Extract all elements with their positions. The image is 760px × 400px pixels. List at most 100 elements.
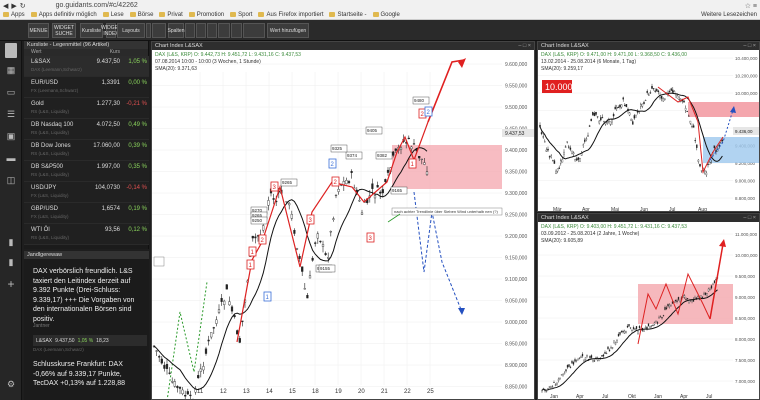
layers-icon[interactable]: ◫ [5,175,17,185]
candle [204,348,208,354]
news-quote[interactable]: L&SAX 9.437,50 1,05 % 18,23 [33,335,147,346]
x-tick-label: Mär [553,207,562,212]
watchlist-row[interactable]: EUR/USD FX (Leemann,Schwarz) 1,3391 0,00 % [24,77,149,98]
x-tick-label: 18 [312,389,319,395]
row-change: 0,19 % [128,206,147,212]
toolbar-button-11[interactable] [218,23,230,38]
gear-icon[interactable]: ⚙ [5,379,17,389]
window-controls-icon[interactable]: – □ × [743,214,756,222]
watchlist-row[interactable]: DB S&P500 RS (L&S, Liquidity) 1.997,00 0,35… [24,161,149,182]
bookmark-icon[interactable]: ▮ [5,237,17,247]
candle [412,143,416,145]
bookmark-item[interactable]: Börse [129,12,153,18]
candle [626,325,629,328]
toolbar-button-9[interactable] [196,23,206,38]
watchlist-row[interactable]: USD/JPY FX (L&S, Liquidity) 104,0730 -0,14 … [24,182,149,203]
bottom-right-chart-header: Chart Index L&SAX – □ × [538,214,759,222]
main-chart-header: Chart Index L&SAX – □ × [152,42,534,50]
toolbar-button-4[interactable]: Layouts [117,23,145,38]
bookmark-item[interactable]: Sport [230,12,252,18]
folder-icon [230,12,237,17]
x-tick-label: Jul [602,394,608,400]
bookmark-item[interactable]: Google [372,12,400,18]
toolbar-button-0[interactable]: MENUE [28,23,49,38]
toolbar-button-12[interactable] [231,23,242,38]
main-chart-svg[interactable]: 9.600,0009.550,0009.500,0009.450,0009.40… [152,42,535,400]
toolbar-button-1[interactable]: WIDGET SUCHE [52,23,76,38]
row-name: DB S&P500 [31,164,64,170]
candle [637,330,639,334]
bookmark-item[interactable]: Privat [159,12,183,18]
y-tick-label: 9.150,000 [505,256,527,262]
bookmark-item[interactable]: Apps definitiv möglich [30,12,97,18]
candle [262,225,265,231]
window-controls-icon[interactable]: – □ × [743,42,756,50]
candle [694,297,696,299]
y-tick-label: 10.200,000 [735,74,758,79]
x-tick-label: Okt [628,394,636,400]
watchlist-row[interactable]: DB Nasdaq 100 RS (L&S, Liquidity) 4.072,50… [24,119,149,140]
bookmark-item[interactable]: Startseite - [329,12,367,18]
back-icon[interactable]: ◀ [3,2,8,10]
bookmark-item[interactable]: Apps [3,12,25,18]
candle [707,288,710,292]
candle [640,104,642,107]
candle [590,118,592,122]
toolbar-button-6[interactable] [152,23,166,38]
news-item-2[interactable]: Schlusskurse Frankfurt: DAX -0,66% auf 9… [33,360,145,389]
toolbar-button-3[interactable]: WIDGET INDEX [101,23,121,38]
candle [392,151,395,156]
y-tick-label: 9.050,000 [505,299,527,305]
toolbar-button-2[interactable]: Kursliste [80,23,103,38]
grid-icon[interactable]: ▣ [5,131,17,141]
chart-icon[interactable]: ▦ [5,65,17,75]
forward-icon[interactable]: ▶ [11,2,16,10]
candle [379,191,382,194]
watchlist-row[interactable]: DB Dow Jones RS (L&S, Liquidity) 17.060,00… [24,140,149,161]
row-name: DB Nasdaq 100 [31,122,74,128]
candle [223,300,226,305]
candle [553,382,555,383]
candle [662,315,665,317]
list-icon[interactable]: ☰ [5,109,17,119]
row-price: 1,3391 [101,80,120,86]
watchlist-row[interactable]: L&SAX DAX (Leemann,Schwarz) 9.437,50 1,05 % [24,56,149,77]
toolbar-button-5[interactable] [146,23,151,38]
y-tick-label: 8.000,000 [735,337,756,342]
row-exchange: RS (L&S, Liquidity) [31,151,70,156]
reload-icon[interactable]: ↻ [20,2,26,10]
toolbar-button-14[interactable]: Wert hinzufügen [267,23,309,38]
candle [568,146,570,148]
bookmark-item[interactable]: Lese [102,12,124,18]
avatar[interactable] [5,43,17,58]
toolbar-button-13[interactable] [243,23,265,38]
candle [544,141,546,143]
window-controls-icon[interactable]: – □ × [518,42,531,50]
candle [561,159,564,163]
bookmark2-icon[interactable]: ▮ [5,257,17,267]
candle [628,324,630,327]
add-icon[interactable]: + [5,278,17,290]
toolbar-button-8[interactable] [185,23,195,38]
candle [173,381,176,387]
watchlist-row[interactable]: GBP/USD FX (L&S, Liquidity) 1,6574 0,19 % [24,203,149,224]
candle [644,100,647,101]
watchlist-row[interactable]: WTI Öl RS (L&S, Liquidity) 93,56 0,12 % [24,224,149,245]
x-tick-label: Jul [669,207,675,212]
other-bookmarks[interactable]: Weitere Lesezeichen [701,12,757,18]
toolbar-button-7[interactable]: Spalten [168,23,184,38]
bookmark-item[interactable]: Promotion [188,12,224,18]
bookmark-item[interactable]: Aus Firefox importiert [258,12,323,18]
url-text[interactable]: go.guidants.com/#c/42262 [56,2,138,9]
menu-icon[interactable]: ☆ ≡ [745,2,757,10]
candle [589,355,591,359]
watchlist-row[interactable]: Gold RS (L&S, Liquidity) 1.277,30 -0,21 % [24,98,149,119]
news-item-1[interactable]: DAX verbörslich freundlich. L&S taxiert … [33,267,145,325]
candle [301,266,304,272]
toolbar-button-10[interactable] [207,23,217,38]
candle [578,357,581,360]
monitor-icon[interactable]: ▭ [5,87,17,97]
folder-icon[interactable]: ▬ [5,153,17,163]
address-bar[interactable]: ◀ ▶ ↻ go.guidants.com/#c/42262 ☆ ≡ [3,1,757,10]
icon-sidebar: ▦ ▭ ☰ ▣ ▬ ◫ ▮ ▮ + ⚙ [0,41,22,400]
